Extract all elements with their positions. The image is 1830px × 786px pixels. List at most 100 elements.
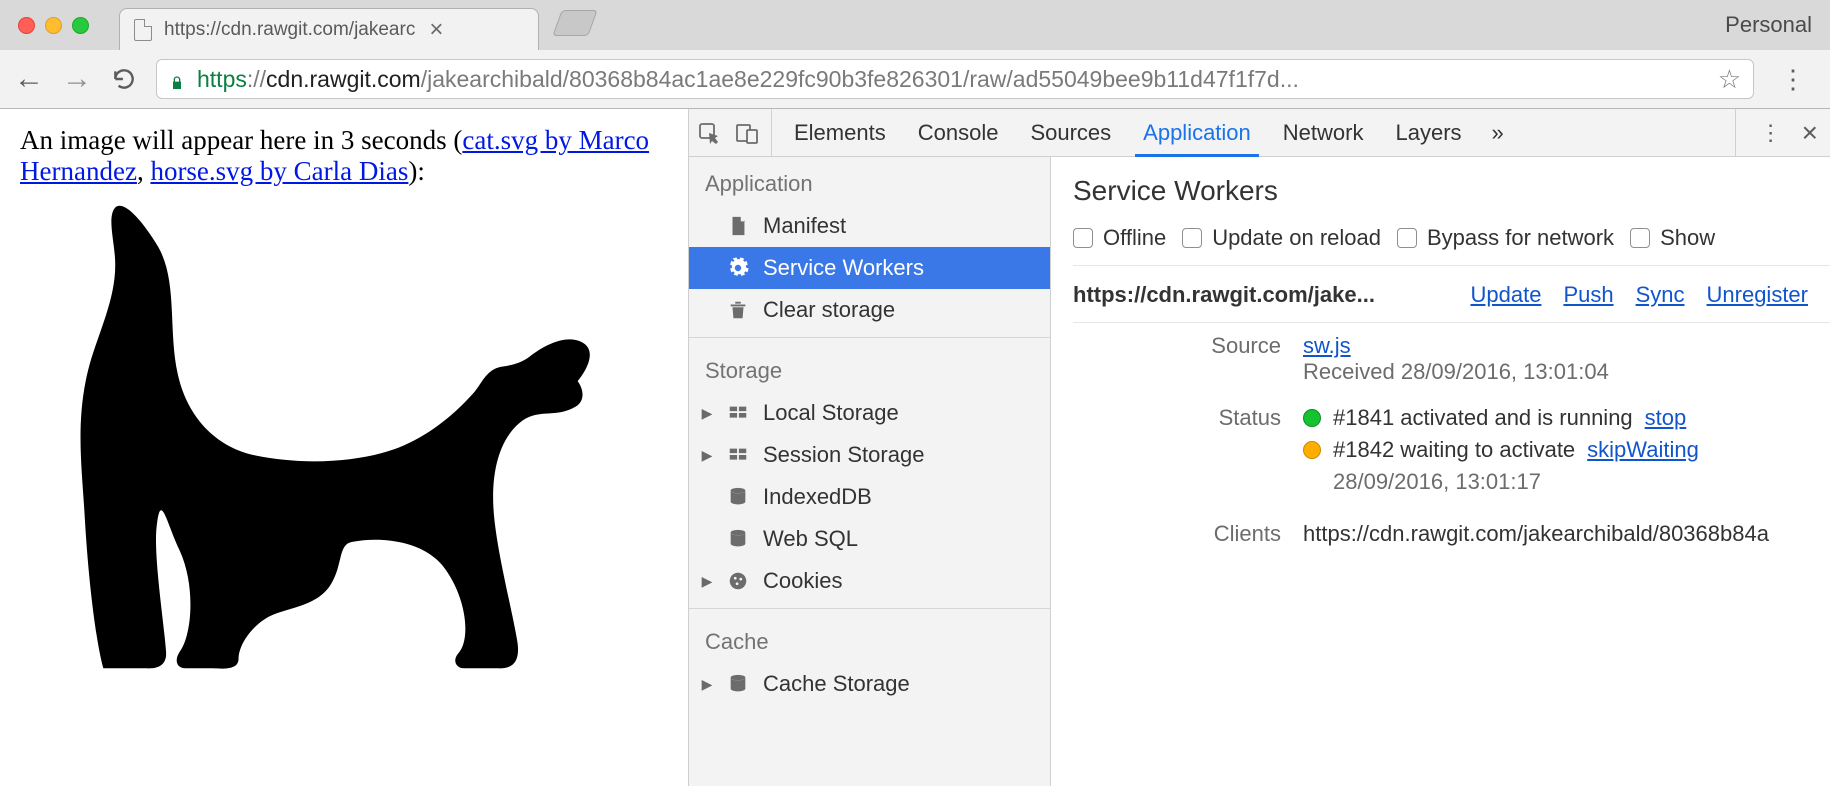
sidebar-item-service-workers[interactable]: Service Workers — [689, 247, 1050, 289]
bookmark-star-icon[interactable]: ☆ — [1718, 64, 1741, 95]
sidebar-item-cache-storage[interactable]: ▶ Cache Storage — [689, 663, 1050, 705]
forward-button[interactable]: → — [62, 62, 92, 96]
page-body: An image will appear here in 3 seconds (… — [0, 109, 688, 786]
link-horse-svg[interactable]: horse.svg by Carla Dias — [150, 156, 408, 186]
inspect-element-icon[interactable] — [697, 121, 721, 145]
label-clients: Clients — [1073, 521, 1303, 547]
sidebar-heading-storage: Storage — [689, 344, 1050, 392]
status-skipwaiting-link[interactable]: skipWaiting — [1587, 437, 1699, 463]
storage-grid-icon — [727, 444, 749, 466]
devtools-tabs: Elements Console Sources Application Net… — [778, 109, 1518, 156]
browser-tab[interactable]: https://cdn.rawgit.com/jakearc × — [119, 8, 539, 50]
content-area: An image will appear here in 3 seconds (… — [0, 109, 1830, 786]
sidebar-item-websql[interactable]: Web SQL — [689, 518, 1050, 560]
reload-button[interactable] — [110, 65, 138, 93]
label-status: Status — [1073, 405, 1303, 431]
database-icon — [727, 486, 749, 508]
sidebar-item-label: Cache Storage — [763, 671, 910, 697]
label-source: Source — [1073, 333, 1303, 359]
page-icon — [134, 19, 152, 41]
show-all-checkbox[interactable]: Show — [1630, 225, 1715, 251]
source-file-link[interactable]: sw.js — [1303, 333, 1351, 358]
status-dot-green-icon — [1303, 409, 1321, 427]
url-path: /jakearchibald/80368b84ac1ae8e229fc90b3f… — [421, 66, 1299, 93]
back-button[interactable]: ← — [14, 62, 44, 96]
status-text: #1842 waiting to activate — [1333, 437, 1575, 463]
device-toggle-icon[interactable] — [735, 121, 759, 145]
tab-strip: https://cdn.rawgit.com/jakearc × Persona… — [0, 0, 1830, 50]
sidebar-item-label: Cookies — [763, 568, 842, 594]
devtools-leading-controls — [697, 109, 772, 156]
detail-clients: Clients https://cdn.rawgit.com/jakearchi… — [1073, 511, 1830, 557]
sw-update-link[interactable]: Update — [1470, 282, 1541, 308]
detail-source: Source sw.js Received 28/09/2016, 13:01:… — [1073, 323, 1830, 395]
application-sidebar: Application Manifest Service Workers Cle… — [689, 157, 1051, 786]
browser-chrome: https://cdn.rawgit.com/jakearc × Persona… — [0, 0, 1830, 109]
status-entry-time: 28/09/2016, 13:01:17 — [1303, 469, 1830, 495]
devtools-body: Application Manifest Service Workers Cle… — [689, 157, 1830, 786]
panel-title: Service Workers — [1073, 175, 1830, 207]
close-tab-icon[interactable]: × — [429, 18, 443, 42]
status-dot-orange-icon — [1303, 441, 1321, 459]
profile-label[interactable]: Personal — [1725, 12, 1812, 38]
sw-origin: https://cdn.rawgit.com/jake... — [1073, 282, 1375, 308]
devtools-close-icon[interactable]: × — [1802, 117, 1818, 149]
status-time: 28/09/2016, 13:01:17 — [1333, 469, 1541, 495]
sidebar-heading-application: Application — [689, 157, 1050, 205]
sw-actions: Update Push Sync Unregister — [1470, 282, 1830, 308]
source-received: Received 28/09/2016, 13:01:04 — [1303, 359, 1830, 385]
sidebar-item-label: Web SQL — [763, 526, 858, 552]
database-icon — [727, 673, 749, 695]
minimize-window-button[interactable] — [45, 17, 62, 34]
sidebar-item-label: Session Storage — [763, 442, 924, 468]
storage-grid-icon — [727, 402, 749, 424]
sw-scope-row: https://cdn.rawgit.com/jake... Update Pu… — [1073, 266, 1830, 323]
sw-push-link[interactable]: Push — [1563, 282, 1613, 308]
panel-options-row: Offline Update on reload Bypass for netw… — [1073, 225, 1830, 266]
sidebar-item-manifest[interactable]: Manifest — [689, 205, 1050, 247]
status-text: #1841 activated and is running — [1333, 405, 1633, 431]
tab-network[interactable]: Network — [1267, 109, 1380, 156]
browser-menu-icon[interactable]: ⋮ — [1772, 64, 1816, 95]
trash-icon — [727, 299, 749, 321]
url-host: cdn.rawgit.com — [266, 66, 421, 93]
sidebar-item-label: Manifest — [763, 213, 846, 239]
cookie-icon — [727, 570, 749, 592]
devtools: Elements Console Sources Application Net… — [688, 109, 1830, 786]
tab-elements[interactable]: Elements — [778, 109, 902, 156]
service-workers-panel: Service Workers Offline Update on reload… — [1051, 157, 1830, 786]
address-bar[interactable]: https://cdn.rawgit.com/jakearchibald/803… — [156, 59, 1754, 99]
manifest-icon — [727, 215, 749, 237]
devtools-menu-icon[interactable]: ⋮ — [1752, 120, 1792, 146]
sidebar-item-cookies[interactable]: ▶ Cookies — [689, 560, 1050, 602]
tab-layers[interactable]: Layers — [1379, 109, 1477, 156]
new-tab-button[interactable] — [552, 10, 597, 36]
sidebar-item-session-storage[interactable]: ▶ Session Storage — [689, 434, 1050, 476]
sidebar-heading-cache: Cache — [689, 615, 1050, 663]
fullscreen-window-button[interactable] — [72, 17, 89, 34]
sidebar-item-local-storage[interactable]: ▶ Local Storage — [689, 392, 1050, 434]
sw-unregister-link[interactable]: Unregister — [1707, 282, 1808, 308]
sidebar-item-indexeddb[interactable]: IndexedDB — [689, 476, 1050, 518]
tab-sources[interactable]: Sources — [1014, 109, 1127, 156]
toolbar: ← → https://cdn.rawgit.com/jakearchibald… — [0, 50, 1830, 108]
sw-sync-link[interactable]: Sync — [1636, 282, 1685, 308]
page-text: An image will appear here in 3 seconds (… — [20, 125, 668, 187]
tabs-overflow-icon[interactable]: » — [1478, 109, 1518, 156]
close-window-button[interactable] — [18, 17, 35, 34]
status-stop-link[interactable]: stop — [1645, 405, 1687, 431]
update-on-reload-checkbox[interactable]: Update on reload — [1182, 225, 1381, 251]
url-sep: :// — [247, 66, 266, 93]
detail-status: Status #1841 activated and is running st… — [1073, 395, 1830, 511]
database-icon — [727, 528, 749, 550]
tab-application[interactable]: Application — [1127, 109, 1267, 156]
text-tail: ): — [408, 156, 425, 186]
sidebar-item-label: Clear storage — [763, 297, 895, 323]
status-entry-waiting: #1842 waiting to activate skipWaiting — [1303, 437, 1830, 463]
tab-console[interactable]: Console — [902, 109, 1015, 156]
sidebar-item-clear-storage[interactable]: Clear storage — [689, 289, 1050, 331]
window-controls — [0, 0, 107, 50]
sidebar-item-label: Local Storage — [763, 400, 899, 426]
offline-checkbox[interactable]: Offline — [1073, 225, 1166, 251]
bypass-for-network-checkbox[interactable]: Bypass for network — [1397, 225, 1614, 251]
